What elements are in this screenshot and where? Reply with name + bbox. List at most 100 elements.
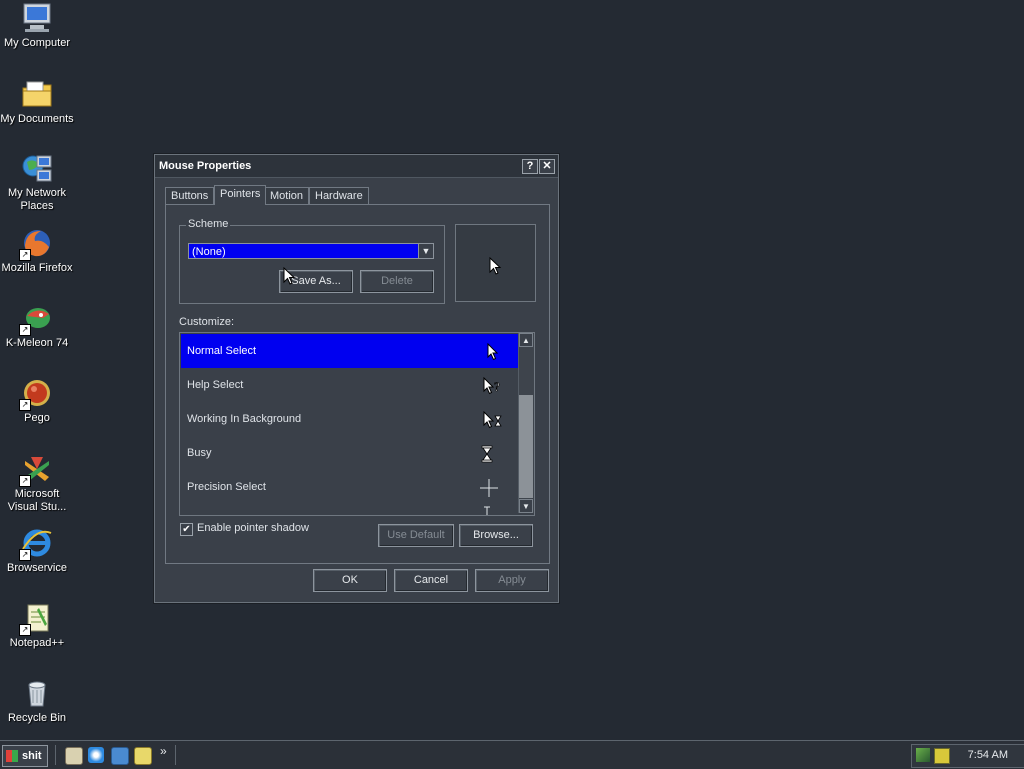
shortcut-arrow-icon: ↗ xyxy=(19,549,31,561)
pointer-row-label: Help Select xyxy=(187,379,244,391)
tab-motion[interactable]: Motion xyxy=(264,187,310,204)
start-label: shit xyxy=(22,750,42,762)
outlook-express-icon[interactable] xyxy=(111,747,129,765)
network-tray-icon[interactable] xyxy=(916,748,930,762)
cancel-button[interactable]: Cancel xyxy=(394,569,468,592)
pointer-row-label: Busy xyxy=(187,447,212,459)
pointer-row-label: Working In Background xyxy=(187,413,302,425)
list-scrollbar[interactable]: ▲ ▼ xyxy=(518,333,534,513)
my-computer-icon xyxy=(21,2,53,34)
apply-button[interactable]: Apply xyxy=(475,569,549,592)
my-documents-icon xyxy=(21,78,53,110)
k-meleon-icon: ↗ xyxy=(19,302,53,336)
desktop-icon-visual-studio[interactable]: ↗ Microsoft Visual Stu... xyxy=(0,453,74,514)
hourglass-cursor-icon xyxy=(481,445,493,463)
pointer-row-busy[interactable]: Busy xyxy=(181,436,518,470)
windows-media-icon[interactable] xyxy=(134,747,152,765)
desktop-icon-pego[interactable]: ↗ Pego xyxy=(0,377,74,425)
system-tray: 7:54 AM xyxy=(911,744,1024,768)
mouse-cursor-icon xyxy=(283,267,296,285)
scheme-selected-value: (None) xyxy=(192,246,226,258)
tray-app-icon[interactable] xyxy=(934,748,950,764)
mouse-properties-dialog: Mouse Properties ? ✕ Buttons Pointers Mo… xyxy=(154,154,559,603)
desktop-icon-label: Microsoft Visual Stu... xyxy=(7,488,67,513)
internet-explorer-icon: ↗ xyxy=(19,527,53,561)
shortcut-arrow-icon: ↗ xyxy=(19,324,31,336)
tab-hardware[interactable]: Hardware xyxy=(309,187,369,204)
desktop-icon-label: My Network Places xyxy=(7,187,67,212)
pego-icon: ↗ xyxy=(19,377,53,411)
arrow-cursor-icon xyxy=(489,257,502,275)
clock[interactable]: 7:54 AM xyxy=(968,749,1008,761)
dialog-titlebar[interactable]: Mouse Properties ? ✕ xyxy=(155,155,558,178)
quicklaunch-divider xyxy=(55,745,58,765)
pointer-row-help-select[interactable]: Help Select ? xyxy=(181,368,518,402)
tab-pointers[interactable]: Pointers xyxy=(214,185,267,205)
close-button[interactable]: ✕ xyxy=(539,159,555,174)
desktop-icon-recycle-bin[interactable]: Recycle Bin xyxy=(0,677,74,725)
desktop-icon-label: Pego xyxy=(24,412,50,424)
desktop-icon-firefox[interactable]: ↗ Mozilla Firefox xyxy=(0,227,74,275)
delete-button[interactable]: Delete xyxy=(360,270,434,293)
shortcut-arrow-icon: ↗ xyxy=(19,399,31,411)
scheme-dropdown[interactable]: (None) ▼ xyxy=(188,243,434,259)
start-button[interactable]: shit xyxy=(2,745,48,767)
scroll-down-icon[interactable]: ▼ xyxy=(519,499,533,513)
desktop-icon-browservice[interactable]: ↗ Browservice xyxy=(0,527,74,575)
visual-studio-icon: ↗ xyxy=(19,453,53,487)
working-cursor-icon xyxy=(483,411,502,429)
scheme-group: Scheme (None) ▼ Save As... Delete xyxy=(179,218,445,304)
ok-button[interactable]: OK xyxy=(313,569,387,592)
desktop-icon-network-places[interactable]: My Network Places xyxy=(0,152,74,213)
scrollbar-thumb[interactable] xyxy=(519,395,533,498)
scroll-up-icon[interactable]: ▲ xyxy=(519,333,533,347)
shortcut-arrow-icon: ↗ xyxy=(19,624,31,636)
notepad-plus-plus-icon: ↗ xyxy=(19,602,53,636)
dropdown-arrow-icon[interactable]: ▼ xyxy=(418,244,433,258)
firefox-icon: ↗ xyxy=(19,227,53,261)
pointer-row-working-in-background[interactable]: Working In Background xyxy=(181,402,518,436)
desktop-icon-label: Mozilla Firefox xyxy=(1,262,73,274)
customize-label: Customize: xyxy=(179,316,235,328)
desktop-icon-label: Recycle Bin xyxy=(7,712,67,724)
dialog-title: Mouse Properties xyxy=(159,160,252,172)
internet-explorer-icon[interactable] xyxy=(88,747,104,763)
scheme-legend: Scheme xyxy=(186,218,231,230)
pointer-row-label: Normal Select xyxy=(187,345,257,357)
desktop-icon-label: My Computer xyxy=(3,37,71,49)
enable-pointer-shadow-label[interactable]: Enable pointer shadow xyxy=(197,522,309,534)
shortcut-arrow-icon: ↗ xyxy=(19,249,31,261)
pointers-tab-panel: Scheme (None) ▼ Save As... Delete Custom… xyxy=(165,204,550,564)
text-cursor-icon xyxy=(484,506,490,515)
desktop-icon-my-documents[interactable]: My Documents xyxy=(0,78,74,126)
crosshair-cursor-icon xyxy=(480,479,498,497)
pointer-list[interactable]: Normal Select Help Select ? Working In B… xyxy=(179,332,535,516)
network-places-icon xyxy=(21,152,53,184)
windows-logo-icon xyxy=(6,750,18,762)
desktop-icon-k-meleon[interactable]: ↗ K-Meleon 74 xyxy=(0,302,74,350)
taskbar-divider xyxy=(175,745,178,765)
taskbar: shit » 7:54 AM xyxy=(0,740,1024,769)
pointer-preview xyxy=(455,224,536,302)
pointer-row-partial[interactable] xyxy=(181,504,518,515)
desktop-icon-notepad-plus-plus[interactable]: ↗ Notepad++ xyxy=(0,602,74,650)
desktop-icon-my-computer[interactable]: My Computer xyxy=(0,2,74,50)
pointer-row-label: Precision Select xyxy=(187,481,266,493)
browse-button[interactable]: Browse... xyxy=(459,524,533,547)
shortcut-arrow-icon: ↗ xyxy=(19,475,31,487)
enable-pointer-shadow-checkbox[interactable]: ✔ xyxy=(180,523,193,536)
use-default-button[interactable]: Use Default xyxy=(378,524,454,547)
pointer-row-precision-select[interactable]: Precision Select xyxy=(181,470,518,504)
svg-text:?: ? xyxy=(494,379,500,394)
quicklaunch-chevron[interactable]: » xyxy=(160,744,167,758)
desktop-icon-label: My Documents xyxy=(0,113,74,125)
help-button[interactable]: ? xyxy=(522,159,538,174)
show-desktop-icon[interactable] xyxy=(65,747,83,765)
arrow-cursor-icon xyxy=(487,343,499,361)
desktop-icon-label: Notepad++ xyxy=(9,637,65,649)
tab-buttons[interactable]: Buttons xyxy=(165,187,215,204)
pointer-row-normal-select[interactable]: Normal Select xyxy=(181,334,518,368)
help-cursor-icon: ? xyxy=(483,377,500,394)
desktop-icon-label: K-Meleon 74 xyxy=(5,337,69,349)
recycle-bin-icon xyxy=(21,677,53,709)
